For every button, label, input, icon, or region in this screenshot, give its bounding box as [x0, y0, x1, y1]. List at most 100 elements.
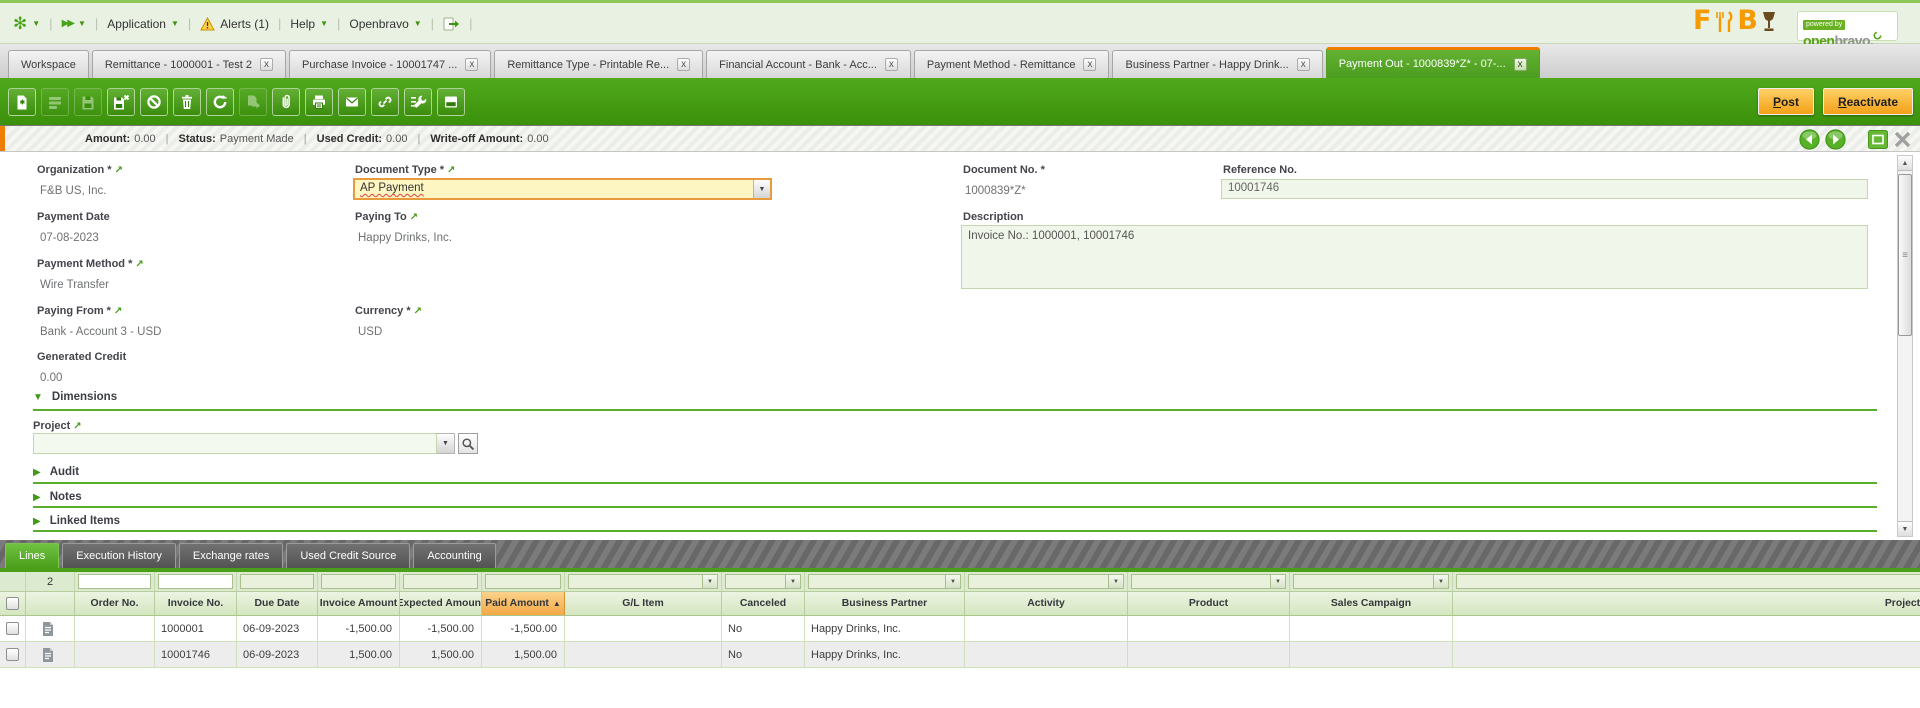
help-menu-button[interactable]: Help ▼: [290, 17, 328, 31]
scroll-down-button[interactable]: ▼: [1898, 521, 1912, 536]
select-all-checkbox[interactable]: [6, 597, 19, 610]
tab-purchase-invoice[interactable]: Purchase Invoice - 10001747 ...x: [289, 50, 491, 78]
close-icon[interactable]: x: [677, 58, 690, 71]
filter-combo[interactable]: ▼: [808, 574, 961, 589]
link-arrow-icon[interactable]: ↗: [73, 421, 81, 432]
close-icon[interactable]: x: [885, 58, 898, 71]
previous-record-button[interactable]: [1799, 129, 1820, 150]
tab-workspace[interactable]: Workspace: [8, 50, 89, 78]
header-order-no[interactable]: Order No.: [75, 592, 155, 615]
workspace-menu-button[interactable]: ✻ ▼: [13, 15, 40, 32]
tab-financial-account[interactable]: Financial Account - Bank - Acc...x: [706, 50, 911, 78]
project-search-button[interactable]: [458, 433, 478, 454]
tab-exchange-rates[interactable]: Exchange rates: [179, 543, 283, 568]
email-button[interactable]: [338, 88, 366, 116]
close-icon[interactable]: x: [260, 58, 273, 71]
tab-payment-method[interactable]: Payment Method - Remittancex: [914, 50, 1110, 78]
filter-combo[interactable]: ▼: [1293, 574, 1449, 589]
application-menu-button[interactable]: Application ▼: [107, 17, 179, 31]
filter-combo[interactable]: ▼: [968, 574, 1124, 589]
tab-accounting[interactable]: Accounting: [413, 543, 495, 568]
project-input[interactable]: [33, 433, 437, 454]
chevron-down-icon[interactable]: ▼: [753, 180, 770, 198]
form-scrollbar[interactable]: ▲ ≡ ▼: [1897, 155, 1913, 537]
chevron-down-icon[interactable]: ▼: [1270, 575, 1285, 588]
reference-no-input[interactable]: 10001746: [1221, 179, 1868, 199]
attachments-button[interactable]: [272, 88, 300, 116]
scrollbar-thumb[interactable]: ≡: [1898, 174, 1912, 336]
maximize-view-button[interactable]: [1868, 130, 1888, 149]
section-audit[interactable]: ▶ Audit: [33, 466, 79, 478]
chevron-down-icon[interactable]: ▼: [785, 575, 800, 588]
refresh-button[interactable]: [206, 88, 234, 116]
header-due-date[interactable]: Due Date: [237, 592, 318, 615]
next-record-button[interactable]: [1825, 129, 1846, 150]
grid-view-button[interactable]: [41, 88, 69, 116]
linked-items-button[interactable]: [371, 88, 399, 116]
row-checkbox[interactable]: [6, 622, 19, 635]
description-textarea[interactable]: Invoice No.: 1000001, 10001746: [961, 225, 1868, 289]
header-invoice-amount[interactable]: Invoice Amount: [318, 592, 400, 615]
section-dimensions[interactable]: ▼ Dimensions: [33, 391, 117, 403]
link-arrow-icon[interactable]: ↗: [410, 212, 418, 223]
chevron-down-icon[interactable]: ▼: [437, 433, 455, 454]
close-icon[interactable]: x: [1297, 58, 1310, 71]
chevron-down-icon[interactable]: ▼: [1108, 575, 1123, 588]
new-record-button[interactable]: [8, 88, 36, 116]
header-project[interactable]: Project: [1453, 592, 1920, 615]
link-arrow-icon[interactable]: ↗: [414, 306, 422, 317]
logout-button[interactable]: [443, 16, 460, 32]
header-canceled[interactable]: Canceled: [722, 592, 805, 615]
document-icon[interactable]: [42, 622, 54, 636]
close-icon[interactable]: x: [465, 58, 478, 71]
header-product[interactable]: Product: [1128, 592, 1290, 615]
scroll-up-button[interactable]: ▲: [1898, 156, 1912, 171]
tab-execution-history[interactable]: Execution History: [62, 543, 176, 568]
header-activity[interactable]: Activity: [965, 592, 1128, 615]
save-and-close-button[interactable]: [107, 88, 135, 116]
header-expected-amount[interactable]: Expected Amount: [400, 592, 482, 615]
tab-payment-out-active[interactable]: Payment Out - 1000839*Z* - 07-...x: [1326, 47, 1540, 78]
export-button[interactable]: [239, 88, 267, 116]
link-arrow-icon[interactable]: ↗: [447, 165, 455, 176]
reactivate-button[interactable]: Reactivate: [1823, 88, 1913, 115]
tab-business-partner[interactable]: Business Partner - Happy Drink...x: [1112, 50, 1322, 78]
chevron-down-icon[interactable]: ▼: [702, 575, 717, 588]
header-business-partner[interactable]: Business Partner: [805, 592, 965, 615]
powered-by-openbravo-logo[interactable]: powered by openbravo.: [1797, 11, 1898, 41]
tab-remittance[interactable]: Remittance - 1000001 - Test 2x: [92, 50, 286, 78]
openbravo-menu-button[interactable]: Openbravo ▼: [349, 17, 421, 31]
header-invoice-no[interactable]: Invoice No.: [155, 592, 237, 615]
row-checkbox[interactable]: [6, 648, 19, 661]
filter-input[interactable]: [403, 574, 478, 589]
filter-combo[interactable]: ▼: [1131, 574, 1286, 589]
link-arrow-icon[interactable]: ↗: [114, 306, 122, 317]
toggle-form-view-button[interactable]: [437, 88, 465, 116]
document-icon[interactable]: [42, 648, 54, 662]
close-icon[interactable]: x: [1083, 58, 1096, 71]
tab-remittance-type[interactable]: Remittance Type - Printable Re...x: [494, 50, 703, 78]
tab-used-credit-source[interactable]: Used Credit Source: [286, 543, 410, 568]
filter-input[interactable]: [321, 574, 396, 589]
table-row[interactable]: 10001746 06-09-2023 1,500.00 1,500.00 1,…: [0, 642, 1920, 668]
filter-input[interactable]: [1456, 574, 1920, 589]
filter-input[interactable]: [485, 574, 561, 589]
print-button[interactable]: [305, 88, 333, 116]
filter-input[interactable]: [158, 574, 233, 589]
filter-combo[interactable]: ▼: [725, 574, 801, 589]
post-button[interactable]: Post: [1758, 88, 1814, 115]
chevron-down-icon[interactable]: ▼: [1433, 575, 1448, 588]
header-paid-amount-sorted[interactable]: Paid Amount▲: [482, 592, 565, 615]
filter-input[interactable]: [78, 574, 151, 589]
chevron-down-icon[interactable]: ▼: [945, 575, 960, 588]
tab-lines[interactable]: Lines: [5, 543, 59, 568]
delete-button[interactable]: [173, 88, 201, 116]
link-arrow-icon[interactable]: ↗: [135, 259, 143, 270]
section-notes[interactable]: ▶ Notes: [33, 491, 82, 503]
tools-button[interactable]: [404, 88, 432, 116]
header-gl-item[interactable]: G/L Item: [565, 592, 722, 615]
header-sales-campaign[interactable]: Sales Campaign: [1290, 592, 1453, 615]
undo-discard-button[interactable]: [140, 88, 168, 116]
table-row[interactable]: 1000001 06-09-2023 -1,500.00 -1,500.00 -…: [0, 616, 1920, 642]
alerts-button[interactable]: Alerts (1): [200, 17, 269, 31]
